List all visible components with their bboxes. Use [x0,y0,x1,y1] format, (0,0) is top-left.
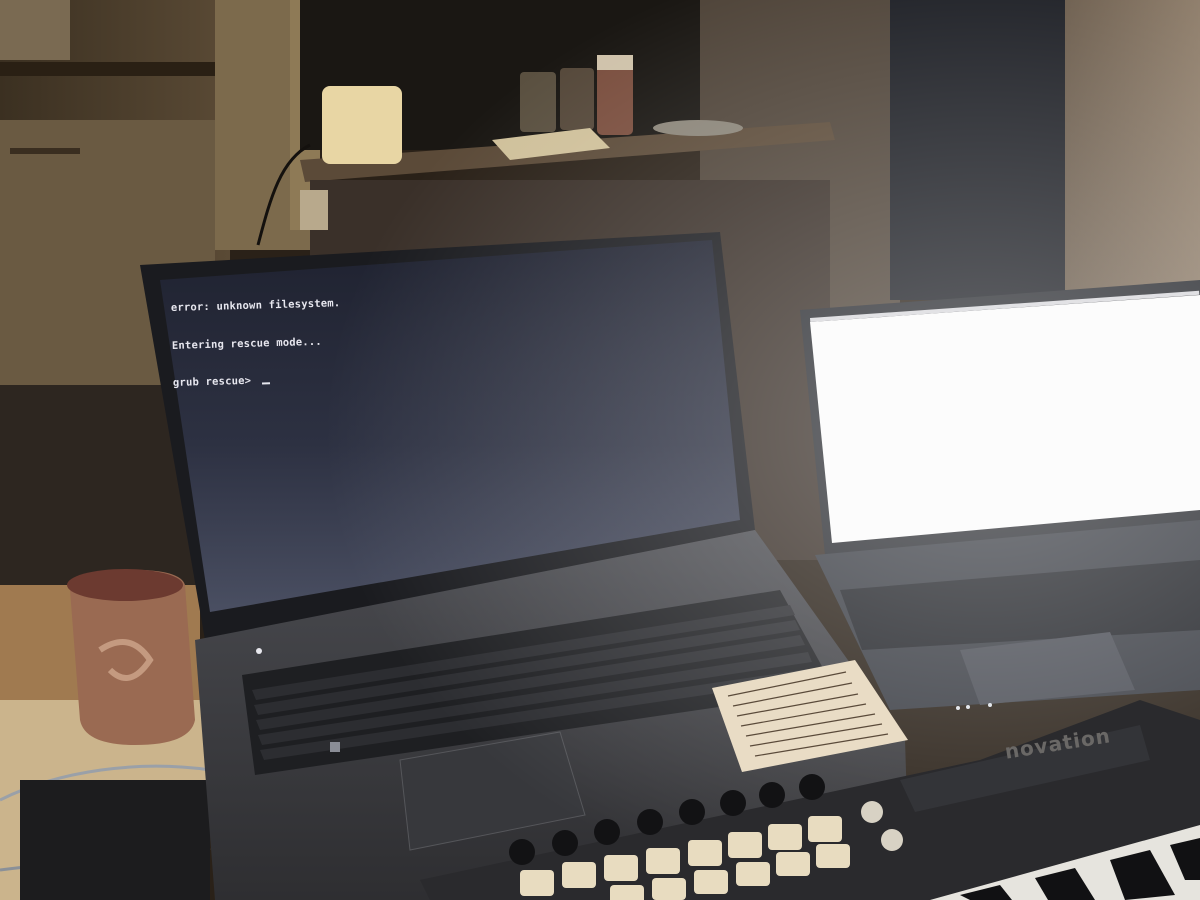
grub-rescue-console: error: unknown filesystem. Entering resc… [170,272,343,402]
console-line: grub rescue> [172,374,258,389]
console-prompt[interactable]: grub rescue> [173,372,343,389]
console-line: Entering rescue mode... [171,335,323,352]
text-cursor [261,382,270,385]
console-line: error: unknown filesystem. [170,297,341,314]
photo-scene [0,0,1200,900]
